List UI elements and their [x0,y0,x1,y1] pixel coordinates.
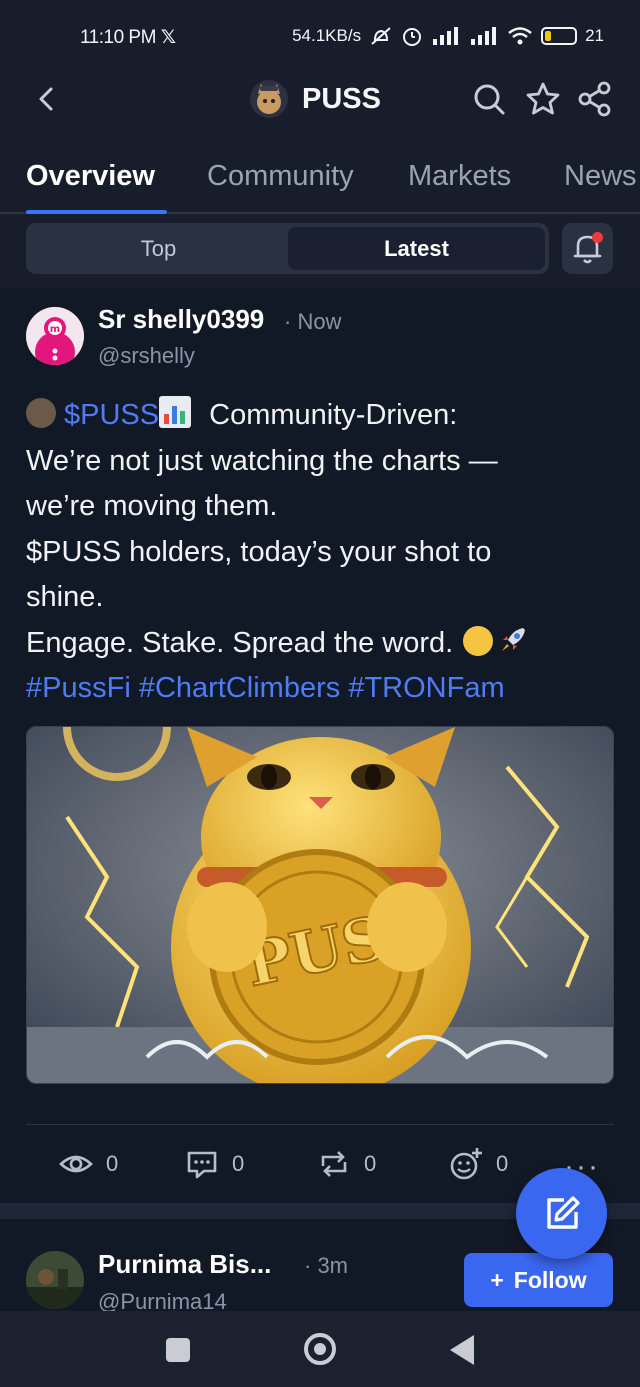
post-card[interactable]: m Sr shelly0399 · Now @srshelly $PUSS Co… [0,288,640,1203]
bell-icon [573,235,602,264]
author-handle-2[interactable]: @Purnima14 [98,1289,227,1311]
post-time: · Now [284,309,342,334]
signal-icon [433,27,459,45]
comment-icon [187,1151,217,1179]
status-time: 11:10 PM 𝕏 [80,27,176,48]
author-name[interactable]: Sr shelly0399 [98,304,264,335]
author-name-2[interactable]: Purnima Bis... [98,1249,271,1280]
app-header: PUSS [0,70,640,144]
status-bar: 11:10 PM 𝕏 54.1KB/s 21 [0,0,640,70]
views-count: 0 [106,1151,119,1176]
post-hashtags[interactable]: #PussFi #ChartClimbers #TRONFam [26,666,616,712]
rocket-emoji-icon [502,627,526,651]
post-time-2: · 3m [304,1253,348,1278]
post-line-2: We’re not just watching the charts — [26,444,498,477]
home-button[interactable] [304,1333,336,1365]
system-back-button[interactable] [450,1335,474,1365]
post-image[interactable]: PUS [26,726,614,1084]
comments-count: 0 [232,1151,245,1176]
reposts-stat[interactable]: 0 [316,1146,376,1182]
page-title: PUSS [302,82,381,115]
token-title: PUSS [250,80,381,118]
search-icon[interactable] [470,80,508,118]
net-speed: 54.1KB/s [292,26,362,45]
post-line-4: $PUSS holders, today’s your shot to [26,535,492,568]
svg-text:m: m [50,324,60,335]
signal-icon-2 [471,27,497,45]
filter-bar: Top Latest [0,214,640,288]
avatar[interactable]: m [26,307,84,365]
notification-dot [592,232,603,243]
tab-markets[interactable]: Markets [408,160,511,193]
repost-icon [321,1151,347,1177]
follow-button[interactable]: + Follow [464,1253,613,1307]
star-icon[interactable] [524,80,562,118]
sort-segmented-control: Top Latest [26,223,549,274]
post-line-6: Engage. Stake. Spread the word. [26,621,616,667]
author-handle[interactable]: @srshelly [98,343,195,369]
cat-hat-emoji-icon [26,398,56,428]
reactions-count: 0 [496,1151,509,1176]
comments-stat[interactable]: 0 [184,1146,244,1182]
reactions-stat[interactable]: 0 [448,1146,508,1182]
tab-overview[interactable]: Overview [26,160,155,193]
avatar-2[interactable] [26,1251,84,1309]
add-reaction-icon [450,1148,482,1180]
tab-news[interactable]: News [564,160,637,193]
tab-community[interactable]: Community [207,160,354,193]
share-icon[interactable] [576,80,614,118]
notifications-button[interactable] [562,223,613,274]
system-nav-bar [0,1311,640,1387]
token-logo [250,80,288,118]
eye-icon [59,1155,93,1173]
bar-chart-emoji-icon [159,396,192,428]
compose-post-button[interactable] [516,1168,607,1259]
post-line-5: shine. [26,581,104,613]
ticker-link[interactable]: $PUSS [64,399,159,431]
follow-label: Follow [513,1266,587,1293]
segment-latest[interactable]: Latest [288,227,545,270]
post-line-3: we’re moving them. [26,490,278,522]
tab-bar: Overview Community Markets News [0,144,640,214]
battery-icon [541,27,578,45]
reposts-count: 0 [364,1151,377,1176]
post-body: $PUSS Community-Driven: We’re not just w… [26,393,616,712]
mute-icon [371,27,391,45]
compose-icon [546,1195,580,1229]
alarm-icon [403,28,422,46]
chevron-left-icon[interactable] [30,82,64,116]
segment-top[interactable]: Top [30,227,287,270]
wifi-icon [508,27,532,45]
plus-icon: + [490,1266,504,1293]
views-stat[interactable]: 0 [58,1146,118,1182]
battery-level: 21 [585,26,604,45]
post-line-1: $PUSS Community-Driven: [26,393,616,439]
recent-apps-button[interactable] [166,1338,190,1362]
post-divider [26,1124,614,1125]
status-icons: 54.1KB/s 21 [292,25,604,47]
cat-face-emoji-icon [463,625,494,656]
